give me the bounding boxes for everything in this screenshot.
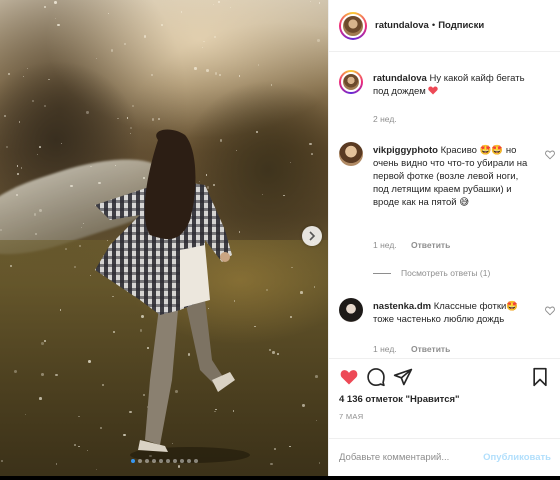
author-avatar[interactable] xyxy=(339,11,367,40)
view-replies-button[interactable]: Посмотреть ответы (1) xyxy=(373,268,490,278)
view-replies-label: Посмотреть ответы (1) xyxy=(401,268,491,278)
comment-input[interactable] xyxy=(339,452,484,463)
carousel-dot xyxy=(165,459,170,463)
post-date[interactable]: 7 МАЯ xyxy=(339,412,363,421)
header-separator: • xyxy=(431,20,436,31)
red-heart-icon xyxy=(428,86,439,95)
post-side-panel: ratundalova • Подписки ratundalova Ну ка… xyxy=(328,0,560,476)
caption-time: 2 нед. xyxy=(373,114,397,124)
carousel-dot xyxy=(137,459,142,463)
comment-like-button[interactable] xyxy=(545,150,555,160)
save-button[interactable] xyxy=(531,367,553,389)
reply-button[interactable]: Ответить xyxy=(411,344,450,354)
running-girl-figure xyxy=(95,129,250,463)
replies-divider xyxy=(373,272,391,274)
carousel-dot xyxy=(130,459,135,463)
comment-time: 1 нед. xyxy=(373,240,397,250)
heart-filled-icon xyxy=(340,370,358,385)
send-icon xyxy=(393,368,413,386)
commenter-avatar[interactable] xyxy=(339,142,363,166)
caption-avatar[interactable] xyxy=(339,70,363,94)
share-button[interactable] xyxy=(393,367,415,389)
comment-time: 1 нед. xyxy=(373,344,397,354)
caption-text: ratundalova Ну какой кайф бегать под дож… xyxy=(373,72,535,98)
carousel-dot xyxy=(179,459,184,463)
post-comment-button[interactable]: Опубликовать xyxy=(483,452,551,463)
author-username[interactable]: ratundalova xyxy=(375,20,429,31)
caption-meta: 2 нед. xyxy=(373,114,409,124)
carousel-dot xyxy=(172,459,177,463)
like-button[interactable] xyxy=(339,367,361,389)
comment-like-button[interactable] xyxy=(545,306,555,316)
commenter-avatar[interactable] xyxy=(339,298,363,322)
comments-list: ratundalova Ну какой кайф бегать под дож… xyxy=(329,52,560,358)
comment-meta: 1 нед. Ответить xyxy=(373,344,462,354)
comment-button[interactable] xyxy=(366,367,388,389)
comment-bubble-icon xyxy=(367,368,385,387)
comment-text: nastenka.dm Классные фотки🤩 тоже частень… xyxy=(373,300,535,326)
next-photo-button[interactable] xyxy=(302,226,322,246)
carousel-dot xyxy=(186,459,191,463)
post-photo xyxy=(0,0,328,476)
add-comment-bar: Опубликовать xyxy=(329,438,560,476)
heart-outline-icon xyxy=(545,150,555,160)
chevron-right-icon xyxy=(309,231,316,241)
likes-count[interactable]: 4 136 отметок "Нравится" xyxy=(339,394,460,405)
comment-text: vikpiggyphoto Красиво 🤩🤩 но очень видно … xyxy=(373,144,535,209)
bookmark-icon xyxy=(533,367,547,387)
carousel-dot xyxy=(193,459,198,463)
carousel-indicator xyxy=(0,459,328,463)
carousel-dot xyxy=(158,459,163,463)
carousel-dot xyxy=(151,459,156,463)
heart-outline-icon xyxy=(545,306,555,316)
post-header: ratundalova • Подписки xyxy=(329,0,560,52)
action-bar xyxy=(329,358,560,398)
comment-username[interactable]: nastenka.dm xyxy=(373,301,431,312)
comment-meta: 1 нед. Ответить xyxy=(373,240,462,250)
carousel-dot xyxy=(144,459,149,463)
bottom-edge xyxy=(0,476,560,480)
follow-status-button[interactable]: Подписки xyxy=(438,20,484,31)
comment-username[interactable]: vikpiggyphoto xyxy=(373,145,438,156)
caption-username[interactable]: ratundalova xyxy=(373,73,427,84)
reply-button[interactable]: Ответить xyxy=(411,240,450,250)
